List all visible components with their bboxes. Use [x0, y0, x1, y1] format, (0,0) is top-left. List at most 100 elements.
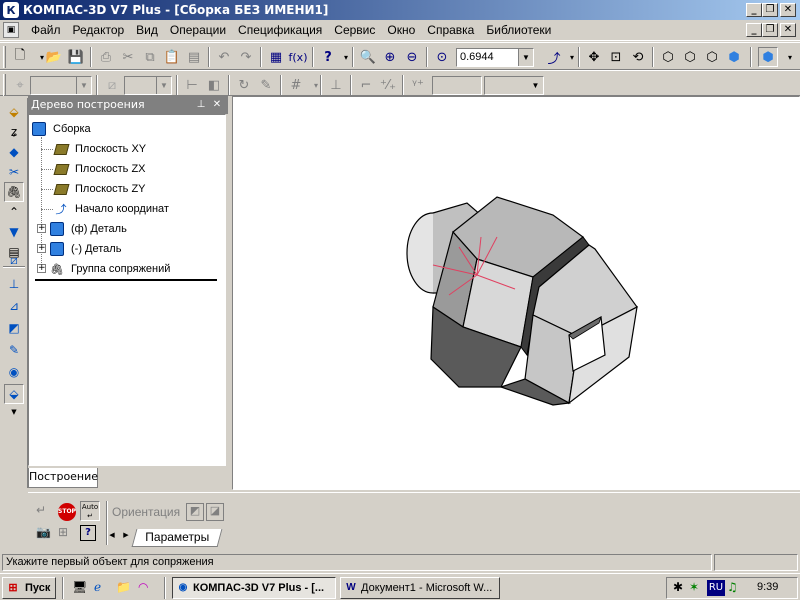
- zoom-dropdown-icon[interactable]: ▼: [518, 49, 533, 66]
- sketch-icon[interactable]: ↻: [234, 75, 254, 95]
- layer-combo[interactable]: ▼: [124, 76, 172, 95]
- menu-edit[interactable]: Редактор: [67, 23, 131, 37]
- menu-window[interactable]: Окно: [381, 23, 421, 37]
- snap-combo[interactable]: ▼: [30, 76, 92, 95]
- hidden-thin-icon[interactable]: ⬡: [702, 47, 722, 67]
- enter-icon[interactable]: ↵: [36, 503, 46, 517]
- mate-parallel-icon[interactable]: ⊥: [4, 274, 24, 294]
- tree-item-origin[interactable]: ⤴ Начало координат: [53, 200, 169, 218]
- menu-help[interactable]: Справка: [421, 23, 480, 37]
- orientation-same-icon[interactable]: ◪: [206, 503, 224, 521]
- menu-specification[interactable]: Спецификация: [232, 23, 328, 37]
- hidden-lines-icon[interactable]: ⬡: [680, 47, 700, 67]
- bug-tray-icon[interactable]: ✶: [689, 580, 699, 594]
- perspective-icon[interactable]: ⬢: [758, 47, 778, 67]
- coord-icon[interactable]: ⁺⁄₊: [378, 75, 398, 95]
- menu-service[interactable]: Сервис: [328, 23, 381, 37]
- cursor-coords-icon[interactable]: ᵞ⁺: [408, 75, 428, 95]
- tree-item-plane-xy[interactable]: Плоскость XY: [53, 140, 146, 158]
- zoom-combo[interactable]: 0.6944 ▼: [456, 48, 534, 67]
- zoom-fit-icon[interactable]: ⊡: [606, 47, 626, 67]
- undo-icon[interactable]: ↶: [214, 47, 234, 67]
- stop-icon[interactable]: STOP: [58, 503, 76, 521]
- rainbow-icon[interactable]: ◠: [138, 580, 148, 594]
- ie-icon[interactable]: ℯ: [94, 580, 101, 594]
- mates-icon[interactable]: 🖇: [4, 182, 24, 202]
- task-kompas[interactable]: ◉ КОМПАС-3D V7 Plus - [...: [172, 577, 336, 599]
- mate-coincident-icon[interactable]: ⧄: [4, 250, 24, 270]
- explorer-icon[interactable]: 📁: [116, 580, 131, 594]
- open-icon[interactable]: 📂: [44, 47, 64, 67]
- language-indicator[interactable]: RU: [707, 580, 725, 596]
- shaded-icon[interactable]: ⬢: [724, 47, 744, 67]
- grid-icon[interactable]: #: [286, 75, 306, 95]
- mate-distance-icon[interactable]: ◉: [4, 362, 24, 382]
- mate-perpendicular-icon[interactable]: ⊿: [4, 296, 24, 316]
- volume-tray-icon[interactable]: ♫: [727, 580, 738, 594]
- specification-icon[interactable]: ⌃: [4, 202, 24, 222]
- zoom-out-icon[interactable]: ⊖: [402, 47, 422, 67]
- pan-icon[interactable]: ✥: [584, 47, 604, 67]
- panel-scroll-down-icon[interactable]: ▼: [4, 402, 24, 422]
- cursor-dropdown-icon[interactable]: ▼: [528, 77, 543, 94]
- orientation-flip-icon[interactable]: ◩: [186, 503, 204, 521]
- doc-minimize-button[interactable]: _: [746, 23, 762, 37]
- expand-part-1-icon[interactable]: +: [37, 224, 46, 233]
- mate-angle-icon[interactable]: ⬙: [4, 384, 24, 404]
- tab-build[interactable]: Построение: [28, 468, 98, 488]
- camera-icon[interactable]: 📷: [36, 525, 51, 539]
- corner-icon[interactable]: ⌐: [356, 75, 376, 95]
- grid-dropdown-icon[interactable]: ▾: [306, 75, 326, 95]
- desktop-icon[interactable]: 🖥: [72, 580, 87, 594]
- mate-concentric-icon[interactable]: ✎: [4, 340, 24, 360]
- properties-icon[interactable]: ▦: [266, 47, 286, 67]
- tree-item-plane-zx[interactable]: Плоскость ZX: [53, 160, 146, 178]
- new-file-icon[interactable]: 🗋: [10, 47, 30, 67]
- save-icon[interactable]: 💾: [66, 47, 86, 67]
- doc-close-button[interactable]: ✕: [780, 23, 796, 37]
- tree-item-part-fixed[interactable]: (ф) Деталь: [49, 220, 127, 238]
- auxiliary-geometry-icon[interactable]: ◆: [4, 142, 24, 162]
- tree-close-icon[interactable]: ✕: [210, 98, 224, 112]
- ortho-icon[interactable]: ⊥: [326, 75, 346, 95]
- close-button[interactable]: ✕: [780, 3, 796, 17]
- tree-item-plane-zy[interactable]: Плоскость ZY: [53, 180, 146, 198]
- menu-libraries[interactable]: Библиотеки: [480, 23, 557, 37]
- grid-cell-icon[interactable]: ⊞: [58, 525, 68, 539]
- layer-dropdown-icon[interactable]: ▼: [156, 77, 171, 94]
- tab-parameters[interactable]: Параметры: [131, 529, 223, 547]
- menu-file[interactable]: Файл: [25, 23, 67, 37]
- layer-icon[interactable]: ⧄: [102, 75, 122, 95]
- perspective-dropdown-icon[interactable]: ▾: [780, 47, 800, 67]
- filters-icon[interactable]: ▼: [4, 222, 24, 242]
- toolbar-grip[interactable]: [3, 46, 6, 68]
- expand-mates-icon[interactable]: +: [37, 264, 46, 273]
- zoom-in-icon[interactable]: ⊕: [380, 47, 400, 67]
- tree-item-part-free[interactable]: (-) Деталь: [49, 240, 121, 258]
- plane-select-icon[interactable]: ◧: [204, 75, 224, 95]
- help-icon[interactable]: ?: [318, 47, 338, 67]
- menu-view[interactable]: Вид: [130, 23, 164, 37]
- task-word[interactable]: W Документ1 - Microsoft W...: [340, 577, 500, 599]
- toolbar-grip-2[interactable]: [3, 74, 6, 96]
- snap-dropdown-icon[interactable]: ▼: [76, 77, 91, 94]
- curves-icon[interactable]: ʑ: [4, 122, 24, 142]
- wireframe-icon[interactable]: ⬡: [658, 47, 678, 67]
- expand-part-2-icon[interactable]: +: [37, 244, 46, 253]
- measure-icon[interactable]: ✂: [4, 162, 24, 182]
- document-system-icon[interactable]: ▣: [3, 22, 19, 38]
- maximize-button[interactable]: ❐: [762, 3, 778, 17]
- menu-operations[interactable]: Операции: [164, 23, 232, 37]
- help-panel-icon[interactable]: ?: [80, 525, 96, 541]
- start-button[interactable]: ⊞ Пуск: [2, 577, 56, 599]
- edit-sketch-icon[interactable]: ✎: [256, 75, 276, 95]
- orientation-icon[interactable]: ⤴: [544, 47, 564, 67]
- variables-icon[interactable]: f(x): [288, 47, 308, 67]
- zoom-window-icon[interactable]: 🔍: [358, 47, 378, 67]
- cursor-y-field[interactable]: ▼: [484, 76, 544, 95]
- tree-view[interactable]: Сборка Плоскость XY Плоскость ZX Плоскос…: [28, 114, 226, 466]
- model-viewport[interactable]: [232, 96, 800, 490]
- auto-create-icon[interactable]: Auto ↵: [80, 501, 100, 521]
- tab-scroll-right-icon[interactable]: ▶: [120, 531, 132, 543]
- print-icon[interactable]: ⎙: [96, 47, 116, 67]
